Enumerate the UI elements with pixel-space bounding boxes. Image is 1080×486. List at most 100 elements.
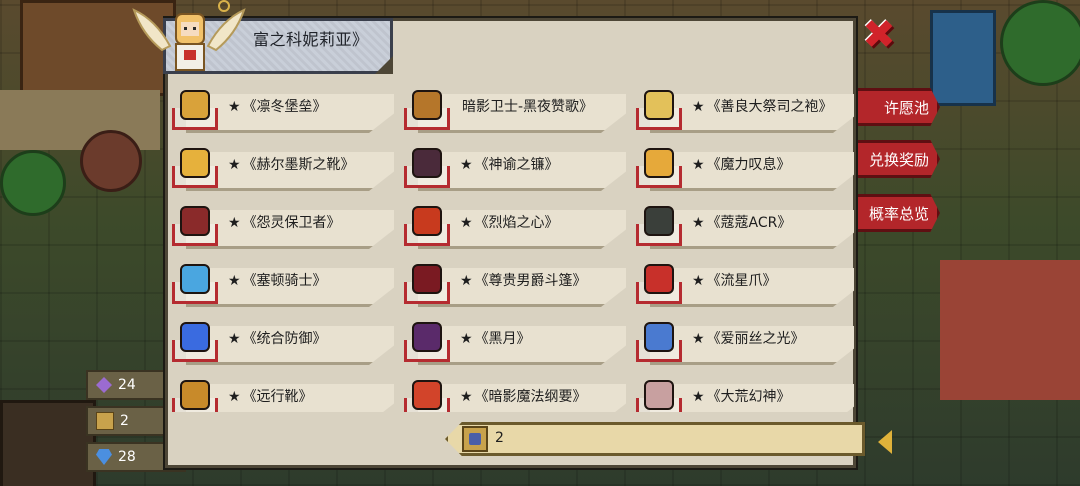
side-menu-label: 许愿池	[883, 98, 929, 117]
item-entry[interactable]: ★ 《爱丽丝之光》	[634, 312, 854, 365]
item-entry[interactable]: 暗影卫士-黑夜赞歌》	[402, 80, 628, 133]
star-icon: ★	[228, 99, 241, 115]
item-name: ★ 《善良大祭司之袍》	[692, 96, 833, 116]
tree-scenery	[1000, 0, 1080, 86]
item-name: ★ 《流星爪》	[692, 270, 777, 290]
claw-icon	[634, 254, 684, 304]
scroll-arrow-icon[interactable]	[878, 430, 892, 454]
item-entry[interactable]: ★ 《流星爪》	[634, 254, 854, 307]
star-icon: ★	[460, 389, 473, 405]
item-entry[interactable]: ★ 《魔力叹息》	[634, 138, 854, 191]
item-name: ★ 《赫尔墨斯之靴》	[228, 154, 355, 174]
star-icon: ★	[460, 273, 473, 289]
close-button[interactable]: ✖	[862, 15, 896, 55]
item-name: ★ 《烈焰之心》	[460, 212, 559, 232]
item-name: ★ 《凛冬堡垒》	[228, 96, 327, 116]
item-title: 《远行靴》	[242, 389, 313, 405]
scythe-icon	[402, 138, 452, 188]
gun-icon	[634, 196, 684, 246]
wall-scenery	[0, 400, 96, 486]
item-title: 《暗影魔法纲要》	[474, 389, 587, 405]
book-icon	[402, 312, 452, 362]
item-entry[interactable]: ★ 《凛冬堡垒》	[170, 80, 396, 133]
item-title: 《善良大祭司之袍》	[706, 99, 833, 115]
tree-scenery	[0, 150, 66, 216]
item-title: 《黑月》	[474, 331, 531, 347]
item-entry[interactable]: ★ 《塞顿骑士》	[170, 254, 396, 307]
boots2-icon	[170, 370, 220, 412]
helmet-icon	[170, 254, 220, 304]
item-entry[interactable]: ★ 《黑月》	[402, 312, 628, 365]
item-title: 《怨灵保卫者》	[242, 215, 341, 231]
close-icon: ✖	[862, 12, 896, 58]
star-icon: ★	[228, 273, 241, 289]
side-menu-label: 兑换奖励	[868, 150, 929, 169]
item-name: ★ 《爱丽丝之光》	[692, 328, 805, 348]
item-title: 《大荒幻神》	[706, 389, 791, 405]
star-icon: ★	[692, 331, 705, 347]
armor-icon	[170, 80, 220, 130]
item-name: ★ 《怨灵保卫者》	[228, 212, 341, 232]
star-icon: ★	[228, 157, 241, 173]
item-title: 《魔力叹息》	[706, 157, 791, 173]
star-icon: ★	[692, 157, 705, 173]
item-entry[interactable]: ★ 《怨灵保卫者》	[170, 196, 396, 249]
item-title: 《尊贵男爵斗篷》	[474, 273, 587, 289]
side-menu-label: 概率总览	[868, 204, 929, 223]
ring-icon	[634, 138, 684, 188]
item-entry[interactable]: ★ 《统合防御》	[170, 312, 396, 365]
item-entry[interactable]: ★ 《神谕之镰》	[402, 138, 628, 191]
item-name: ★ 《远行靴》	[228, 386, 313, 406]
item-name: ★ 《魔力叹息》	[692, 154, 791, 174]
item-entry[interactable]: ★ 《尊贵男爵斗篷》	[402, 254, 628, 307]
gem-amulet-icon	[170, 312, 220, 362]
currency-value: 28	[118, 449, 136, 465]
ticket-count: 2	[495, 430, 504, 446]
item-entry[interactable]: ★ 《蔻蔻ACR》	[634, 196, 854, 249]
gauntlet-icon	[170, 196, 220, 246]
item-title: 《塞顿骑士》	[242, 273, 327, 289]
flame-icon	[402, 196, 452, 246]
robe-icon	[634, 80, 684, 130]
currency-value: 2	[120, 413, 129, 429]
item-title: 《统合防御》	[242, 331, 327, 347]
item-entry[interactable]: ★ 《善良大祭司之袍》	[634, 80, 854, 133]
cape-icon	[402, 254, 452, 304]
star-icon: ★	[228, 215, 241, 231]
star-icon: ★	[692, 215, 705, 231]
item-title: 《流星爪》	[706, 273, 777, 289]
item-title: 《烈焰之心》	[474, 215, 559, 231]
item-name: ★ 《黑月》	[460, 328, 531, 348]
crystal-icon	[96, 377, 112, 393]
item-title: 暗影卫士-黑夜赞歌》	[462, 99, 594, 115]
item-name: ★ 《尊贵男爵斗篷》	[460, 270, 587, 290]
star-icon: ★	[460, 215, 473, 231]
ticket-icon	[462, 426, 488, 452]
item-title: 《爱丽丝之光》	[706, 331, 805, 347]
item-entry[interactable]: ★ 《远行靴》	[170, 370, 396, 412]
star-icon: ★	[692, 99, 705, 115]
boots-icon	[170, 138, 220, 188]
star-icon: ★	[228, 389, 241, 405]
star-icon: ★	[228, 331, 241, 347]
character-name: 富之科妮莉亚》	[253, 30, 369, 49]
currency-value: 24	[118, 377, 136, 393]
item-title: 《凛冬堡垒》	[242, 99, 327, 115]
item-name: ★ 《塞顿骑士》	[228, 270, 327, 290]
chest-icon	[402, 80, 452, 130]
tree-scenery	[80, 130, 142, 192]
pool-scenery	[930, 10, 996, 106]
item-name: ★ 《暗影魔法纲要》	[460, 386, 587, 406]
item-entry[interactable]: ★ 《烈焰之心》	[402, 196, 628, 249]
battery-icon	[634, 312, 684, 362]
item-name: 暗影卫士-黑夜赞歌》	[460, 96, 593, 116]
item-entry[interactable]: ★ 《大荒幻神》	[634, 370, 854, 412]
item-entry[interactable]: ★ 《暗影魔法纲要》	[402, 370, 628, 412]
item-entry[interactable]: ★ 《赫尔墨斯之靴》	[170, 138, 396, 191]
token-icon	[96, 412, 114, 430]
ticket-count-bar	[445, 422, 865, 456]
tome-icon	[402, 370, 452, 412]
item-title: 《蔻蔻ACR》	[706, 215, 792, 231]
carpet-scenery	[940, 260, 1080, 400]
item-name: ★ 《统合防御》	[228, 328, 327, 348]
